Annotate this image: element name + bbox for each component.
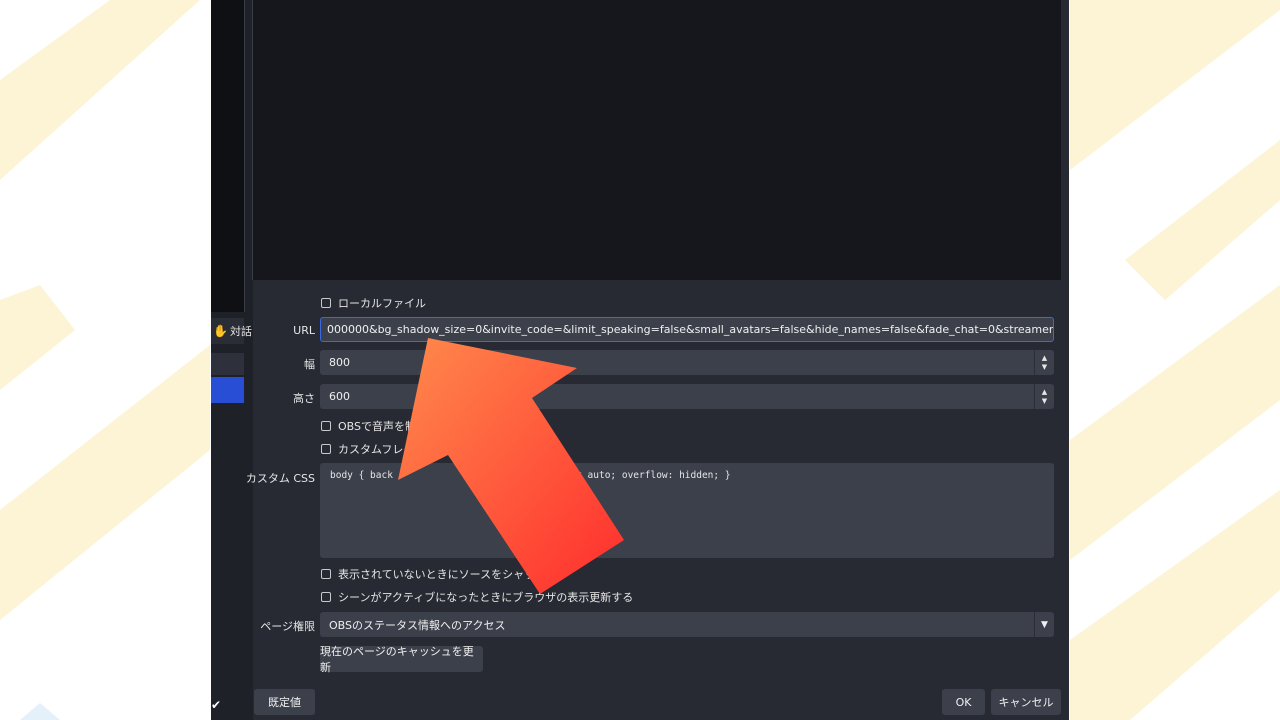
url-value: 000000&bg_shadow_size=0&invite_code=&lim… [327,323,1054,336]
width-value: 800 [329,356,350,369]
local-file-checkbox[interactable] [321,298,331,308]
obs-audio-option[interactable]: OBSで音声を制 [321,418,416,434]
dropdown-arrow-icon[interactable]: ▼ [1034,612,1054,637]
refresh-on-active-label-start: シーンがアクティブになったときにブラウザの表示 [338,591,590,604]
refresh-on-active-label-end: 更新する [589,591,634,604]
custom-css-textarea[interactable]: body { back margin: 0px auto; overflow: h… [320,463,1054,558]
left-list-item-selected[interactable] [211,377,244,403]
custom-frame-checkbox[interactable] [321,444,331,454]
height-value: 600 [329,390,350,403]
url-label: URL [293,324,315,337]
interact-label: 対話 [229,325,252,338]
interact-button[interactable]: ✋ 対話 [211,318,252,344]
chevron-down-icon[interactable]: ▼ [1042,397,1047,406]
refresh-on-active-option[interactable]: シーンがアクティブになったときにブラウザの表示 更新する [321,589,633,605]
chevron-down-icon[interactable]: ▼ [1042,363,1047,372]
custom-frame-option[interactable]: カスタムフレーム [321,441,425,457]
width-label: 幅 [304,358,315,371]
local-file-label: ローカルファイル [338,297,426,310]
custom-frame-label: カスタムフレーム [338,443,426,456]
cancel-button[interactable]: キャンセル [991,689,1061,715]
height-spinner[interactable]: ▲ ▼ [1034,384,1054,409]
shutdown-label: 表示されていないときにソースをシャットダウ [338,568,569,581]
obs-audio-checkbox[interactable] [321,421,331,431]
page-permission-value: OBSのステータス情報へのアクセス [329,618,506,632]
url-input[interactable]: 000000&bg_shadow_size=0&invite_code=&lim… [320,317,1054,342]
obs-audio-label: OBSで音声を制 [338,420,416,433]
left-divider [244,0,245,312]
width-input[interactable]: 800 ▲ ▼ [320,350,1054,375]
custom-css-label: カスタム CSS [245,472,315,485]
chevron-up-icon[interactable]: ▲ [1042,388,1047,397]
left-panel: ✋ 対話 ✔ [211,0,253,720]
chevron-up-icon[interactable]: ▲ [1042,354,1047,363]
refresh-on-active-checkbox[interactable] [321,592,331,602]
page-permission-label: ページ権限 [260,620,315,633]
shutdown-option[interactable]: 表示されていないときにソースをシャットダウ [321,566,568,582]
left-list-item[interactable] [211,353,244,375]
custom-css-text-start: body { back [330,470,393,481]
width-spinner[interactable]: ▲ ▼ [1034,350,1054,375]
hand-icon: ✋ [213,324,228,338]
custom-css-text-end: margin: 0px auto; overflow: hidden; } [518,470,731,481]
height-input[interactable]: 600 ▲ ▼ [320,384,1054,409]
local-file-option[interactable]: ローカルファイル [321,295,426,311]
check-icon: ✔ [211,698,222,712]
left-panel-dark-area [211,0,244,312]
refresh-cache-button[interactable]: 現在のページのキャッシュを更新 [320,645,483,674]
page-permission-select[interactable]: OBSのステータス情報へのアクセス ▼ [320,612,1054,637]
defaults-button[interactable]: 既定値 [254,689,315,715]
shutdown-checkbox[interactable] [321,569,331,579]
ok-button[interactable]: OK [942,689,985,715]
browser-preview [253,0,1061,280]
height-label: 高さ [293,392,315,405]
obs-window: ✋ 対話 ✔ ローカルファイル URL 000000&bg_shadow_siz… [211,0,1069,720]
